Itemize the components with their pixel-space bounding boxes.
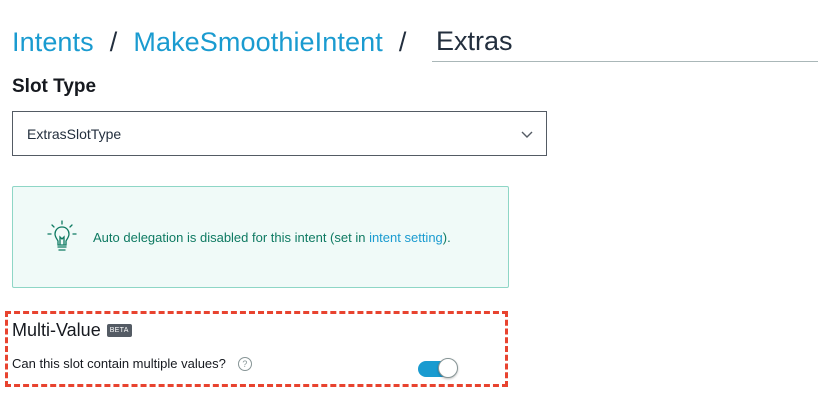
- breadcrumb-link-intents[interactable]: Intents: [12, 27, 94, 58]
- breadcrumb-separator: /: [398, 26, 407, 57]
- chevron-down-icon: [521, 131, 533, 138]
- multi-value-question: Can this slot contain multiple values?: [12, 356, 226, 371]
- multi-value-title: Multi-Value: [12, 320, 101, 340]
- slot-type-title: Slot Type: [12, 76, 97, 97]
- multi-value-heading: Multi-Value BETA: [12, 320, 132, 341]
- slot-type-select[interactable]: ExtrasSlotType: [12, 111, 547, 156]
- toggle-knob: [438, 358, 458, 378]
- info-alert: Auto delegation is disabled for this int…: [12, 186, 509, 288]
- info-message: Auto delegation is disabled for this int…: [93, 230, 451, 245]
- lightbulb-icon: [47, 220, 77, 251]
- multi-value-question-row: Can this slot contain multiple values? ?: [12, 356, 252, 371]
- breadcrumb-separator: /: [109, 26, 118, 57]
- multi-value-toggle[interactable]: [418, 358, 458, 378]
- slot-name-input[interactable]: [432, 22, 818, 62]
- intent-setting-link[interactable]: intent setting: [369, 230, 443, 245]
- info-text-after: ).: [442, 229, 451, 245]
- help-icon[interactable]: ?: [237, 356, 252, 371]
- breadcrumb-link-intent[interactable]: MakeSmoothieIntent: [133, 27, 382, 58]
- breadcrumb: Intents / MakeSmoothieIntent /: [12, 22, 422, 62]
- beta-badge: BETA: [106, 324, 132, 337]
- slot-type-value: ExtrasSlotType: [27, 125, 122, 142]
- info-text-before: Auto delegation is disabled for this int…: [93, 229, 370, 245]
